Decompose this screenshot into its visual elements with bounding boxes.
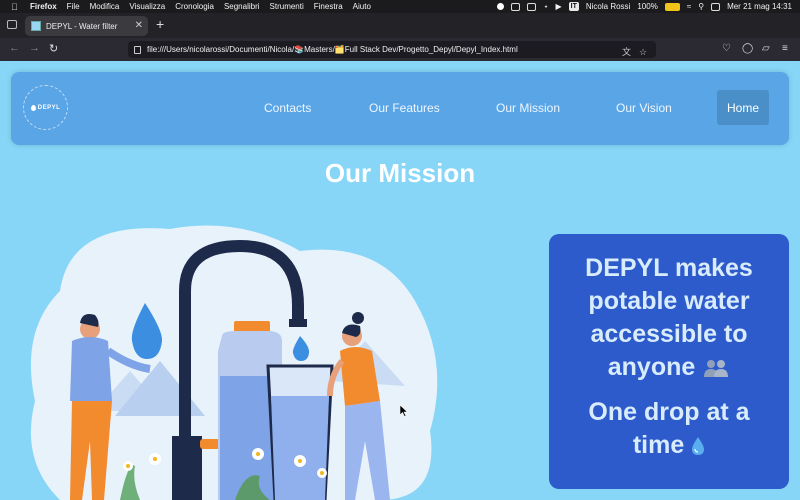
spotlight-search-icon[interactable]: ⚲ — [698, 2, 704, 11]
mission-card-line2: One drop at a time — [549, 396, 789, 462]
extensions-icon[interactable]: ▱ — [762, 43, 770, 54]
record-status-icon[interactable] — [497, 3, 505, 10]
control-center-icon[interactable] — [711, 2, 721, 11]
macos-menubar:  Firefox File Modifica Visualizza Crono… — [0, 0, 800, 13]
back-icon[interactable]: ← — [9, 42, 20, 54]
input-source-indicator[interactable]: IT — [568, 2, 579, 11]
tab-favicon-icon — [31, 21, 41, 31]
bluetooth-icon[interactable]: ⋆ — [543, 2, 548, 11]
section-heading: Our Mission — [324, 158, 476, 188]
translate-icon[interactable]: 文 — [622, 44, 631, 61]
menu-tools[interactable]: Strumenti — [270, 2, 304, 11]
menu-help[interactable]: Aiuto — [353, 2, 371, 11]
water-drop-icon — [30, 104, 36, 111]
water-drop-icon — [692, 437, 705, 456]
new-tab-icon[interactable]: + — [156, 16, 164, 32]
nav-link-features[interactable]: Our Features — [369, 101, 440, 115]
menu-app-name[interactable]: Firefox — [30, 2, 57, 11]
site-logo[interactable]: DEPYL — [23, 85, 68, 130]
user-name[interactable]: Nicola Rossi — [586, 2, 630, 11]
reload-icon[interactable]: ↻ — [49, 42, 58, 55]
clipboard-icon[interactable] — [527, 2, 537, 11]
pocket-icon[interactable]: ♡ — [722, 43, 731, 54]
menu-file[interactable]: File — [67, 2, 80, 11]
battery-percent: 100% — [637, 2, 658, 11]
wifi-icon[interactable]: ≈ — [687, 2, 691, 11]
page-viewport: DEPYL Contacts Our Features Our Mission … — [0, 61, 800, 500]
screen-icon[interactable] — [511, 2, 521, 11]
navigation-toolbar: ← → ↻ file:///Users/nicolarossi/Document… — [0, 38, 800, 61]
battery-icon[interactable] — [664, 2, 680, 11]
menu-bookmarks[interactable]: Segnalibri — [224, 2, 260, 11]
app-menu-icon[interactable]: ≡ — [782, 43, 788, 54]
tagline: One drop at a time — [588, 398, 750, 459]
list-all-tabs-icon[interactable] — [7, 20, 17, 29]
tab-strip: DEPYL - Water filter ✕ + — [0, 13, 800, 38]
tab-depyl[interactable]: DEPYL - Water filter ✕ — [25, 16, 148, 36]
tab-title: DEPYL - Water filter — [46, 21, 118, 31]
nav-link-contacts[interactable]: Contacts — [264, 101, 311, 115]
account-icon[interactable]: ◯ — [742, 43, 753, 54]
menubar-clock[interactable]: Mer 21 mag 14:31 — [727, 2, 792, 11]
tab-close-icon[interactable]: ✕ — [135, 20, 143, 31]
people-icon — [704, 360, 729, 378]
menu-history[interactable]: Cronologia — [175, 2, 214, 11]
address-bar[interactable]: file:///Users/nicolarossi/Documenti/Nico… — [128, 41, 656, 58]
mission-card: DEPYL makes potable water accessible to … — [549, 234, 789, 489]
menu-window[interactable]: Finestra — [314, 2, 343, 11]
home-button[interactable]: Home — [717, 90, 769, 125]
page-file-icon — [134, 46, 141, 54]
menu-view[interactable]: Visualizza — [129, 2, 165, 11]
address-bar-url: file:///Users/nicolarossi/Documenti/Nico… — [147, 45, 518, 54]
logo-text: DEPYL — [37, 104, 61, 111]
site-navbar: DEPYL Contacts Our Features Our Mission … — [11, 72, 789, 145]
mission-illustration — [30, 225, 438, 500]
forward-icon[interactable]: → — [29, 42, 40, 54]
apple-menu-icon[interactable]:  — [11, 2, 21, 12]
volume-icon[interactable]: ▶ — [555, 2, 561, 11]
menu-edit[interactable]: Modifica — [90, 2, 120, 11]
mission-card-line1: DEPYL makes potable water accessible to … — [549, 252, 789, 384]
nav-link-vision[interactable]: Our Vision — [616, 101, 672, 115]
bookmark-star-icon[interactable]: ☆ — [639, 44, 647, 61]
mouse-cursor-icon — [400, 405, 408, 417]
nav-link-mission[interactable]: Our Mission — [496, 101, 560, 115]
